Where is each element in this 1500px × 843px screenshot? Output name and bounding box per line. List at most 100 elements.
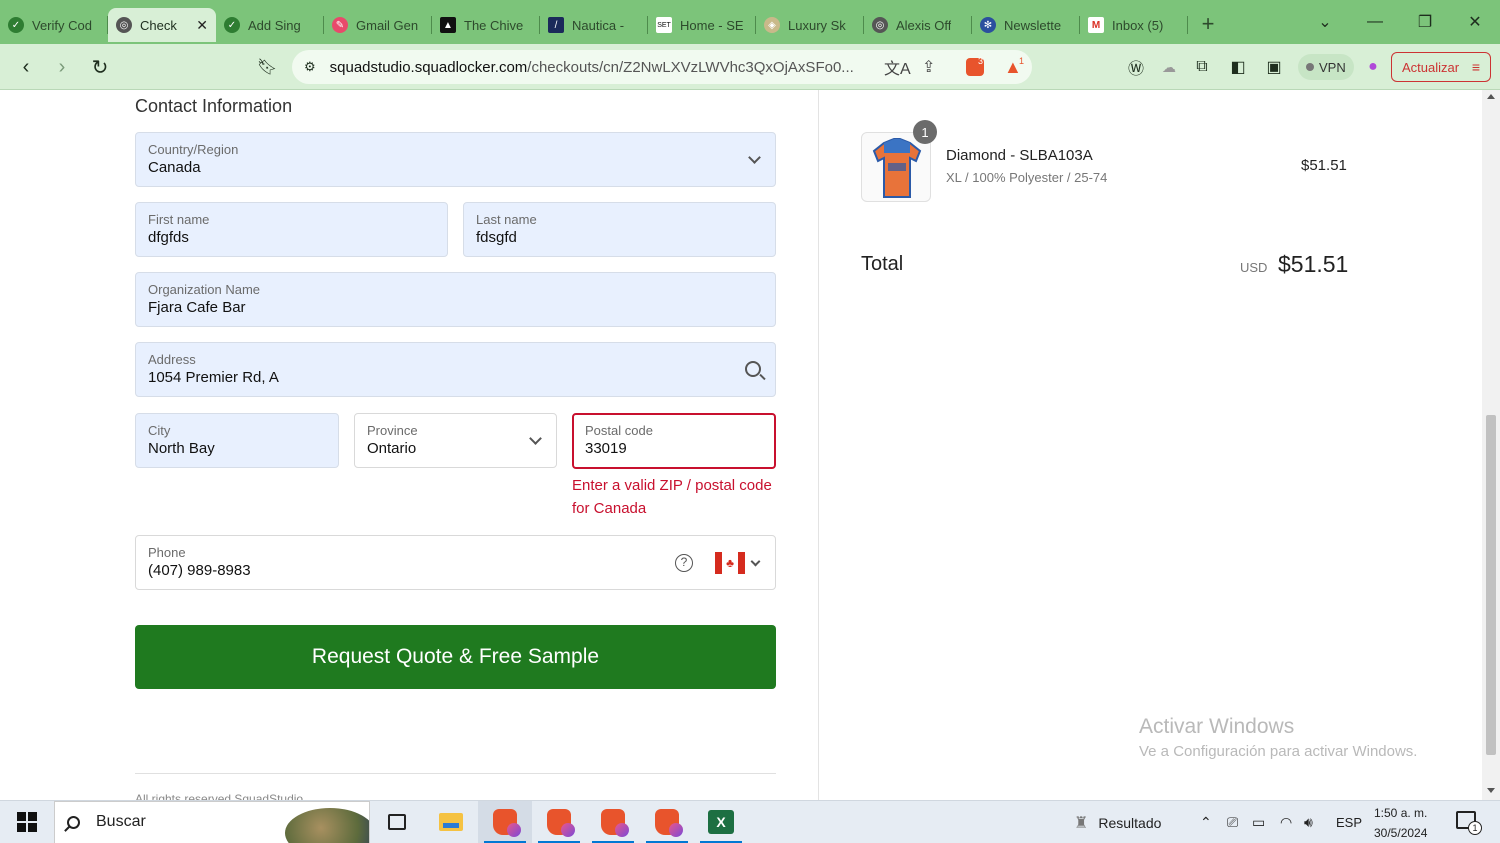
minimize-button[interactable]: — <box>1350 0 1400 44</box>
site-info-icon[interactable]: ⚙︎ <box>304 59 316 75</box>
city-value: North Bay <box>148 440 215 457</box>
organization-field[interactable]: Organization Name Fjara Cafe Bar <box>135 272 776 327</box>
translate-icon[interactable]: 文A <box>884 50 911 84</box>
canada-flag-icon[interactable]: ♣ <box>715 552 745 574</box>
tab-luxury[interactable]: ◈ Luxury Sk <box>756 8 864 42</box>
province-select[interactable]: Province Ontario <box>354 413 557 468</box>
luxury-icon: ◈ <box>764 17 780 33</box>
phone-label: Phone <box>148 545 186 560</box>
volume-icon[interactable]: 🔊︎ <box>1304 801 1313 843</box>
wifi-icon[interactable]: ◠ <box>1280 801 1292 843</box>
tab-add-single[interactable]: ✓ Add Sing <box>216 8 324 42</box>
share-icon[interactable]: ⇪ <box>922 50 935 84</box>
close-tab-icon[interactable]: ✕ <box>196 17 208 34</box>
total-value: $51.51 <box>1278 251 1349 277</box>
city-field[interactable]: City North Bay <box>135 413 339 468</box>
last-name-value: fdsgfd <box>476 229 517 246</box>
reload-button[interactable]: ↻ <box>82 49 118 85</box>
extensions-icon[interactable]: ⧉ <box>1184 49 1220 85</box>
url-text[interactable]: squadstudio.squadlocker.com/checkouts/cn… <box>330 59 860 76</box>
sidebar-icon[interactable]: ◧ <box>1220 49 1256 85</box>
tab-inbox[interactable]: M Inbox (5) <box>1080 8 1188 42</box>
bookmark-icon[interactable]: 🔖︎ <box>249 49 285 85</box>
tab-verify-code[interactable]: ✓ Verify Cod <box>0 8 108 42</box>
help-icon[interactable]: ? <box>675 554 693 572</box>
wallet-extension-icon[interactable]: Ⓦ <box>1118 49 1154 85</box>
brave-window-1[interactable] <box>478 800 532 843</box>
tab-label: Nautica - <box>572 17 625 33</box>
leo-ai-icon[interactable]: ● <box>1355 49 1391 85</box>
request-quote-button[interactable]: Request Quote & Free Sample <box>135 625 776 689</box>
url-host: squadstudio.squadlocker.com <box>329 58 528 76</box>
product-name: Diamond - SLBA103A <box>946 147 1093 164</box>
notification-center-icon[interactable]: 1 <box>1456 811 1482 835</box>
task-view-button[interactable] <box>370 801 424 843</box>
postal-code-label: Postal code <box>585 423 653 438</box>
weather-widget[interactable]: ♜ Resultado <box>1074 801 1161 843</box>
search-placeholder: Buscar <box>96 813 146 830</box>
tab-search-button[interactable]: ⌄ <box>1300 0 1350 44</box>
wallet-icon[interactable]: ▣ <box>1256 49 1292 85</box>
taskbar-search[interactable]: Buscar <box>54 800 370 843</box>
clock[interactable]: 1:50 a. m. 30/5/2024 <box>1374 803 1427 843</box>
first-name-label: First name <box>148 212 210 227</box>
start-button[interactable] <box>0 801 54 843</box>
brave-window-3[interactable] <box>586 801 640 843</box>
tab-label: Newslette <box>1004 17 1062 33</box>
scroll-thumb[interactable] <box>1486 415 1496 755</box>
close-window-button[interactable]: ✕ <box>1450 0 1500 44</box>
brave-window-4[interactable] <box>640 801 694 843</box>
address-bar[interactable]: ⚙︎ squadstudio.squadlocker.com/checkouts… <box>292 50 1032 84</box>
postal-code-field[interactable]: Postal code 33019 <box>572 413 776 469</box>
postal-code-error: Enter a valid ZIP / postal code for Cana… <box>572 477 772 517</box>
tab-label: Gmail Gen <box>356 17 419 33</box>
tab-label: Luxury Sk <box>788 17 846 33</box>
language-indicator[interactable]: ESP <box>1336 801 1362 843</box>
checkout-form: Contact Information Country/Region Canad… <box>0 90 818 800</box>
tab-the-chive[interactable]: ▲ The Chive <box>432 8 540 42</box>
set-icon: SET <box>656 17 672 33</box>
clock-time: 1:50 a. m. <box>1374 806 1428 820</box>
tab-label: Check <box>140 17 177 33</box>
address-value: 1054 Premier Rd, A <box>148 369 279 386</box>
footer-text: All rights reserved SquadStudio <box>135 792 304 800</box>
meet-icon[interactable]: ⎚ <box>1227 801 1238 843</box>
page-scrollbar[interactable] <box>1482 90 1500 800</box>
brave-icon <box>601 809 629 837</box>
search-icon <box>67 815 80 829</box>
tab-gmail-gen[interactable]: ✎ Gmail Gen <box>324 8 432 42</box>
battery-icon[interactable]: ▭ <box>1252 801 1265 843</box>
scroll-up-arrow[interactable] <box>1487 94 1495 99</box>
new-tab-button[interactable]: + <box>1188 11 1228 37</box>
province-label: Province <box>367 423 418 438</box>
back-button[interactable]: ‹ <box>8 49 44 85</box>
excel-button[interactable]: X <box>694 801 748 843</box>
tray-overflow-icon[interactable]: ⌃ <box>1200 801 1212 843</box>
phone-field[interactable]: Phone (407) 989-8983 ? ♣ <box>135 535 776 590</box>
tab-nautica[interactable]: / Nautica - <box>540 8 648 42</box>
organization-label: Organization Name <box>148 282 260 297</box>
file-explorer-button[interactable] <box>424 801 478 843</box>
brave-window-2[interactable] <box>532 801 586 843</box>
last-name-field[interactable]: Last name fdsgfd <box>463 202 776 257</box>
tab-alexis[interactable]: ◎ Alexis Off <box>864 8 972 42</box>
vpn-button[interactable]: VPN <box>1298 54 1354 80</box>
country-select[interactable]: Country/Region Canada <box>135 132 776 187</box>
forward-button[interactable]: › <box>44 49 80 85</box>
tab-strip: ✓ Verify Cod ◎ Check ✕ ✓ Add Sing ✎ Gmai… <box>0 0 1500 44</box>
address-field[interactable]: Address 1054 Premier Rd, A <box>135 342 776 397</box>
search-icon[interactable] <box>745 361 761 377</box>
tab-newsletter[interactable]: ✻ Newslette <box>972 8 1080 42</box>
first-name-value: dfgfds <box>148 229 189 246</box>
order-summary: 1 Diamond - SLBA103A XL / 100% Polyester… <box>818 90 1482 800</box>
cloud-extension-icon[interactable]: ☁ <box>1151 49 1187 85</box>
update-button[interactable]: Actualizar ≡ <box>1391 52 1491 82</box>
first-name-field[interactable]: First name dfgfds <box>135 202 448 257</box>
restore-button[interactable]: ❐ <box>1400 0 1450 44</box>
scroll-down-arrow[interactable] <box>1487 788 1495 793</box>
windows-taskbar: Buscar X ♜ Resultado ⌃ ⎚ ▭ ◠ 🔊︎ ESP 1:50… <box>0 800 1500 843</box>
gear-icon: ✻ <box>980 17 996 33</box>
tab-checkout[interactable]: ◎ Check ✕ <box>108 8 216 42</box>
country-value: Canada <box>148 159 201 176</box>
tab-home-set[interactable]: SET Home - SE <box>648 8 756 42</box>
